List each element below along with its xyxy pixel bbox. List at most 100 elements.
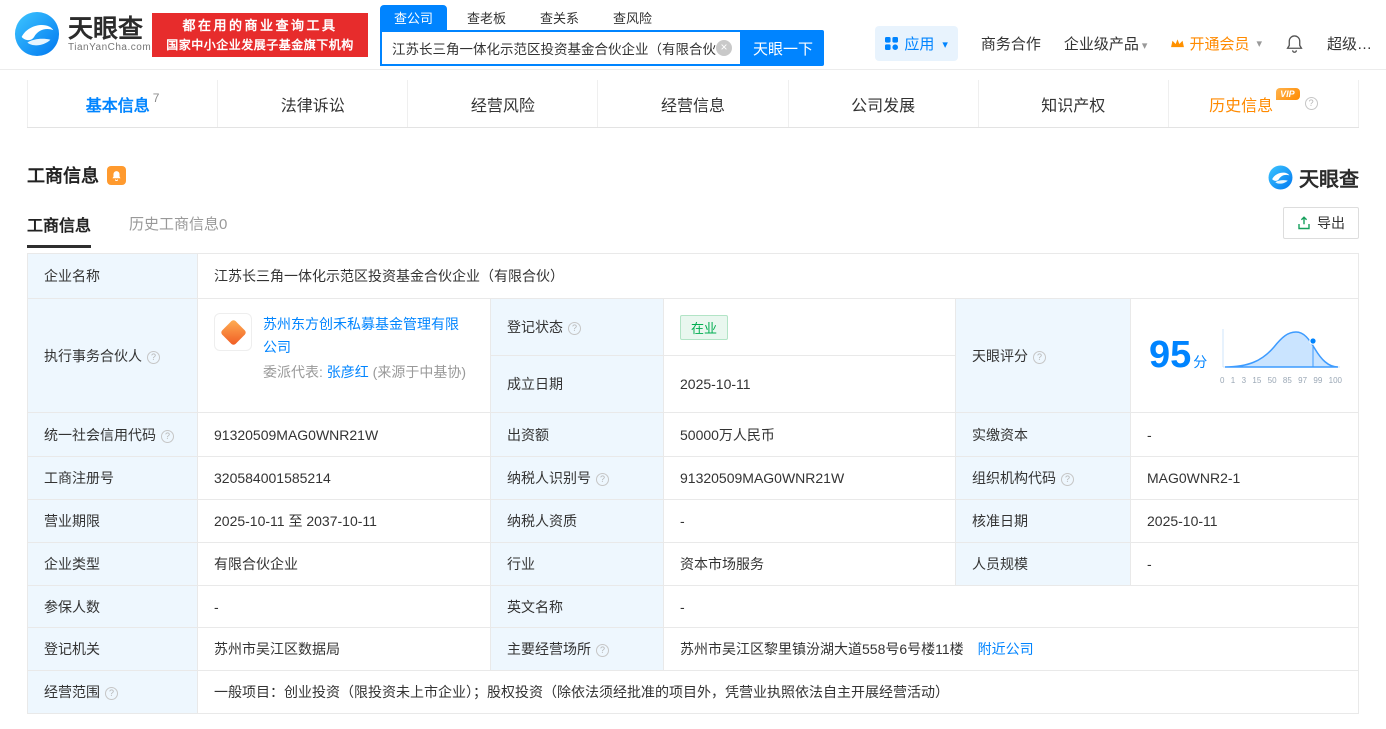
field-label: 出资额	[491, 413, 664, 457]
field-label: 天眼评分	[956, 299, 1131, 413]
rep-label: 委派代表:	[263, 364, 323, 380]
search-tabs: 查公司 查老板 查关系 查风险	[380, 6, 824, 30]
rep-source: (来源于中基协)	[373, 364, 466, 380]
field-label: 纳税人资质	[491, 500, 664, 543]
field-label: 纳税人识别号	[491, 457, 664, 500]
export-button[interactable]: 导出	[1283, 207, 1359, 239]
nav-enterprise-products[interactable]: 企业级产品	[1064, 33, 1148, 54]
reg-authority-value: 苏州市吴江区数据局	[198, 628, 491, 671]
search-tab-risk[interactable]: 查风险	[599, 5, 666, 30]
brand-name: 天眼查	[1299, 163, 1359, 192]
paid-capital-value: -	[1131, 413, 1359, 457]
taxpayer-id-value: 91320509MAG0WNR21W	[664, 457, 956, 500]
company-logo[interactable]	[214, 313, 252, 351]
status-badge: 在业	[680, 315, 728, 340]
field-label: 经营范围	[28, 671, 198, 714]
info-icon[interactable]	[147, 351, 160, 364]
reg-number-value: 320584001585214	[198, 457, 491, 500]
clear-search-icon[interactable]	[716, 40, 732, 56]
field-label: 行业	[491, 543, 664, 586]
nav-super-vip[interactable]: 超级…	[1327, 33, 1372, 54]
nearby-companies-link[interactable]: 附近公司	[978, 641, 1034, 657]
tab-legal-proceedings[interactable]: 法律诉讼	[217, 80, 407, 127]
establish-date-value: 2025-10-11	[664, 356, 956, 413]
field-label: 企业名称	[28, 254, 198, 299]
tab-history-info[interactable]: 历史信息 VIP	[1168, 80, 1359, 127]
apps-menu[interactable]: 应用	[875, 26, 958, 61]
tianyancha-logo[interactable]: 天眼查 TianYanCha.com	[14, 11, 151, 57]
tab-company-development[interactable]: 公司发展	[788, 80, 978, 127]
notifications-button[interactable]	[1285, 34, 1304, 53]
field-label: 营业期限	[28, 500, 198, 543]
grid-icon	[885, 37, 898, 50]
info-icon[interactable]	[1061, 473, 1074, 486]
table-row: 企业名称 江苏长三角一体化示范区投资基金合伙企业（有限合伙）	[28, 254, 1359, 299]
business-address-cell: 苏州市吴江区黎里镇汾湖大道558号6号楼11楼 附近公司	[664, 628, 1359, 671]
score-chart: 0131550859799100	[1216, 326, 1342, 385]
executive-partner-cell: 苏州东方创禾私募基金管理有限公司 委派代表: 张彦红 (来源于中基协)	[198, 299, 491, 413]
company-name-value: 江苏长三角一体化示范区投资基金合伙企业（有限合伙）	[198, 254, 1359, 299]
promo-badge: 都在用的商业查询工具 国家中小企业发展子基金旗下机构	[152, 13, 368, 57]
table-row: 执行事务合伙人 苏州东方创禾私募基金管理有限公司 委派代表: 张彦红 (来源于中…	[28, 299, 1359, 356]
score-cell: 95分 0131550859799100	[1131, 299, 1359, 413]
subscribe-bell-icon[interactable]	[107, 166, 126, 185]
info-icon[interactable]	[596, 473, 609, 486]
field-label: 组织机构代码	[956, 457, 1131, 500]
table-row: 营业期限 2025-10-11 至 2037-10-11 纳税人资质 - 核准日…	[28, 500, 1359, 543]
header-nav: 应用 商务合作 企业级产品 开通会员 超级…	[875, 26, 1372, 61]
search-box	[380, 30, 742, 66]
field-label: 主要经营场所	[491, 628, 664, 671]
search-tab-relation[interactable]: 查关系	[526, 5, 593, 30]
field-label: 企业类型	[28, 543, 198, 586]
info-icon[interactable]	[1305, 97, 1318, 110]
crown-icon	[1170, 38, 1185, 49]
info-icon[interactable]	[105, 687, 118, 700]
info-icon[interactable]	[1033, 351, 1046, 364]
tab-operation-info[interactable]: 经营信息	[597, 80, 787, 127]
tab-intellectual-property[interactable]: 知识产权	[978, 80, 1168, 127]
chevron-down-icon	[940, 35, 948, 52]
field-label: 登记状态	[491, 299, 664, 356]
info-icon[interactable]	[161, 430, 174, 443]
info-icon[interactable]	[568, 322, 581, 335]
field-label: 登记机关	[28, 628, 198, 671]
nav-open-membership[interactable]: 开通会员	[1170, 33, 1262, 54]
logo-subtitle: TianYanCha.com	[68, 42, 151, 53]
field-label: 参保人数	[28, 586, 198, 628]
promo-line1: 都在用的商业查询工具	[152, 16, 368, 36]
top-header: 天眼查 TianYanCha.com 都在用的商业查询工具 国家中小企业发展子基…	[0, 0, 1386, 70]
table-row: 登记机关 苏州市吴江区数据局 主要经营场所 苏州市吴江区黎里镇汾湖大道558号6…	[28, 628, 1359, 671]
nav-business-coop[interactable]: 商务合作	[981, 33, 1041, 54]
industry-value: 资本市场服务	[664, 543, 956, 586]
subtabs: 工商信息 历史工商信息0	[27, 212, 227, 248]
bell-icon	[1285, 34, 1304, 53]
field-label: 统一社会信用代码	[28, 413, 198, 457]
search-tab-company[interactable]: 查公司	[380, 5, 447, 30]
promo-line2: 国家中小企业发展子基金旗下机构	[152, 36, 368, 54]
field-label: 实缴资本	[956, 413, 1131, 457]
field-label: 工商注册号	[28, 457, 198, 500]
subtab-history-business-info[interactable]: 历史工商信息0	[129, 212, 227, 234]
business-scope-value: 一般项目：创业投资（限投资未上市企业）；股权投资（除依法须经批准的项目外，凭营业…	[198, 671, 1359, 714]
tianyancha-logo-icon	[14, 11, 60, 57]
search-tab-boss[interactable]: 查老板	[453, 5, 520, 30]
field-label: 成立日期	[491, 356, 664, 413]
field-label: 核准日期	[956, 500, 1131, 543]
company-section-tabs: 基本信息7 法律诉讼 经营风险 经营信息 公司发展 知识产权 历史信息 VIP	[27, 80, 1359, 128]
tab-operation-risk[interactable]: 经营风险	[407, 80, 597, 127]
field-label: 人员规模	[956, 543, 1131, 586]
capital-value: 50000万人民币	[664, 413, 956, 457]
search-button[interactable]: 天眼一下	[742, 30, 824, 66]
partner-company-link[interactable]: 苏州东方创禾私募基金管理有限公司	[263, 316, 459, 355]
tab-basic-info[interactable]: 基本信息7	[27, 80, 217, 127]
org-code-value: MAG0WNR2-1	[1131, 457, 1359, 500]
taxpayer-quality-value: -	[664, 500, 956, 543]
insured-count-value: -	[198, 586, 491, 628]
info-icon[interactable]	[596, 644, 609, 657]
rep-name-link[interactable]: 张彦红	[327, 364, 369, 380]
score-value: 95	[1149, 334, 1191, 376]
section-title: 工商信息	[27, 162, 99, 188]
subtab-business-info[interactable]: 工商信息	[27, 212, 91, 248]
search-input[interactable]	[392, 41, 716, 56]
vip-badge: VIP	[1276, 88, 1300, 100]
